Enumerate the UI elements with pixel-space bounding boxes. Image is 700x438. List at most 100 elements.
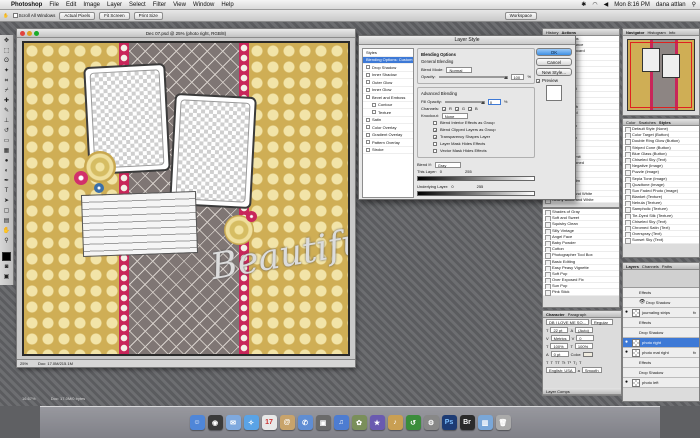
garageband-icon[interactable]: ♪	[387, 415, 403, 430]
ok-button[interactable]: OK	[536, 48, 572, 56]
style-item-pattern-overlay[interactable]: Pattern Overlay	[363, 139, 413, 147]
layer-row-photo-mat-right[interactable]: ● photo mat right fx	[623, 348, 699, 358]
tracking-input[interactable]: 0	[576, 335, 595, 341]
tab-actions[interactable]: Actions	[561, 30, 576, 35]
user-name[interactable]: dana attlan	[656, 2, 686, 8]
print-size-button[interactable]: Print Size	[133, 11, 163, 20]
baseline-shift-input[interactable]: 0 pt	[550, 351, 569, 357]
menu-help[interactable]: Help	[221, 2, 233, 8]
anti-alias-select[interactable]: Smooth	[581, 367, 602, 373]
hand-tool-icon[interactable]: ✋	[3, 13, 9, 19]
notes-tool-icon[interactable]: ▤	[2, 218, 11, 225]
canvas[interactable]: Beautiful	[22, 41, 350, 356]
history-brush-tool-icon[interactable]: ↺	[2, 128, 11, 135]
imovie-icon[interactable]: ★	[369, 415, 385, 430]
dodge-tool-icon[interactable]: ◐	[2, 168, 11, 175]
style-item-texture[interactable]: Texture	[363, 109, 413, 117]
menu-window[interactable]: Window	[193, 2, 214, 8]
eye-icon[interactable]: ●	[625, 310, 630, 315]
healing-brush-tool-icon[interactable]: ✚	[2, 98, 11, 105]
channel-b-checkbox[interactable]: ✓	[468, 106, 472, 111]
bridge-icon[interactable]: Br	[459, 415, 475, 430]
brush-tool-icon[interactable]: ✎	[2, 108, 11, 115]
status-doc-size[interactable]: Doc: 17.0M/0 bytes	[51, 396, 85, 401]
leading-input[interactable]: (Auto)	[575, 327, 594, 333]
safari-icon[interactable]: ✧	[243, 415, 259, 430]
layer-row-journaling-strips[interactable]: ● journaling strips fx	[623, 308, 699, 318]
menu-app-name[interactable]: Photoshop	[11, 2, 42, 8]
fill-opacity-input[interactable]: 0	[487, 98, 501, 105]
menu-edit[interactable]: Edit	[66, 2, 76, 8]
documents-folder-icon[interactable]: ▥	[477, 415, 493, 430]
journaling-strips[interactable]	[80, 191, 199, 257]
font-size-input[interactable]: 22 pt	[550, 327, 569, 333]
close-window-button[interactable]	[20, 31, 25, 36]
dashboard-icon[interactable]: ◉	[207, 415, 223, 430]
tab-navigator[interactable]: Navigator	[626, 30, 644, 35]
clone-stamp-tool-icon[interactable]: ⊥	[2, 118, 11, 125]
menu-layer[interactable]: Layer	[107, 2, 122, 8]
lasso-tool-icon[interactable]: ʘ	[2, 58, 11, 65]
subscript-button[interactable]: T₁	[573, 360, 577, 365]
tab-history[interactable]: History	[546, 30, 558, 35]
blend-mode-select[interactable]: Normal	[446, 66, 473, 73]
layer-effects-row[interactable]: Effects	[623, 318, 699, 328]
this-layer-gradient-slider[interactable]	[417, 176, 535, 181]
opacity-input[interactable]: 100	[511, 73, 525, 80]
crop-tool-icon[interactable]: ⌗	[2, 78, 11, 85]
menu-file[interactable]: File	[49, 2, 59, 8]
hand-tool-icon[interactable]: ✋	[2, 228, 11, 235]
horizontal-scale-input[interactable]: 100%	[574, 343, 593, 349]
zoom-level[interactable]: 25%	[20, 361, 28, 366]
underline-button[interactable]: T	[579, 360, 581, 365]
style-item-stroke[interactable]: Stroke	[363, 147, 413, 154]
tab-layer-comps[interactable]: Layer Comps	[546, 389, 570, 394]
eyedropper-tool-icon[interactable]: ⌿	[2, 88, 11, 95]
clock[interactable]: Mon 8:16 PM	[614, 2, 650, 8]
layer-drop-shadow-row[interactable]: Drop Shadow	[623, 368, 699, 378]
volume-icon[interactable]: ◀	[604, 1, 609, 8]
fx-icon[interactable]: fx	[693, 310, 696, 315]
layer-mask-hides-checkbox[interactable]	[433, 141, 437, 146]
scroll-all-checkbox[interactable]: Scroll All Windows	[12, 13, 55, 18]
wifi-icon[interactable]: ◠	[592, 1, 597, 8]
actual-pixels-button[interactable]: Actual Pixels	[59, 11, 96, 20]
kerning-input[interactable]: Metrics	[550, 335, 570, 341]
system-preferences-icon[interactable]: ⚙	[423, 415, 439, 430]
navigator-thumbnail[interactable]	[627, 39, 695, 111]
small-caps-button[interactable]: Tt	[562, 360, 566, 365]
zoom-window-button[interactable]	[34, 31, 39, 36]
preview-option[interactable]: ✓ Preview	[536, 78, 572, 83]
navigator-view-box[interactable]	[630, 42, 692, 108]
quick-mask-icon[interactable]: ◙	[2, 264, 11, 271]
type-tool-icon[interactable]: T	[2, 188, 11, 195]
layer-effects-row[interactable]: Effects	[623, 288, 699, 298]
gradient-tool-icon[interactable]: ▦	[2, 148, 11, 155]
spotlight-icon[interactable]: ⚲	[692, 1, 696, 8]
preview-icon[interactable]: ▣	[315, 415, 331, 430]
zoom-tool-icon[interactable]: ⚲	[2, 238, 11, 245]
address-book-icon[interactable]: @	[279, 415, 295, 430]
fill-opacity-slider[interactable]	[444, 100, 485, 104]
channel-r-checkbox[interactable]: ✓	[442, 106, 446, 111]
blur-tool-icon[interactable]: ●	[2, 158, 11, 165]
underlying-layer-gradient-slider[interactable]	[417, 191, 535, 196]
list-item[interactable]: Pink Stick	[543, 289, 619, 297]
photoshop-icon[interactable]: Ps	[441, 415, 457, 430]
tab-histogram[interactable]: Histogram	[647, 30, 665, 35]
eraser-tool-icon[interactable]: ▭	[2, 138, 11, 145]
pen-tool-icon[interactable]: ✒	[2, 178, 11, 185]
blend-clipped-checkbox[interactable]: ✓	[433, 127, 437, 132]
knockout-select[interactable]: None	[441, 112, 468, 119]
move-tool-icon[interactable]: ✥	[2, 38, 11, 45]
screen-mode-icon[interactable]: ▣	[2, 274, 11, 281]
time-machine-icon[interactable]: ↺	[405, 415, 421, 430]
font-family-select[interactable]: DB I LOVE ME SO...	[546, 319, 589, 325]
faux-bold-button[interactable]: T	[546, 360, 548, 365]
new-style-button[interactable]: New Style...	[536, 68, 572, 76]
preview-checkbox[interactable]: ✓	[536, 78, 540, 83]
layer-row-photo-left[interactable]: ● photo left	[623, 378, 699, 388]
list-item[interactable]: Sunset Sky (Text)	[623, 237, 699, 245]
tab-channels[interactable]: Channels	[642, 264, 659, 269]
fx-icon[interactable]: fx	[693, 350, 696, 355]
